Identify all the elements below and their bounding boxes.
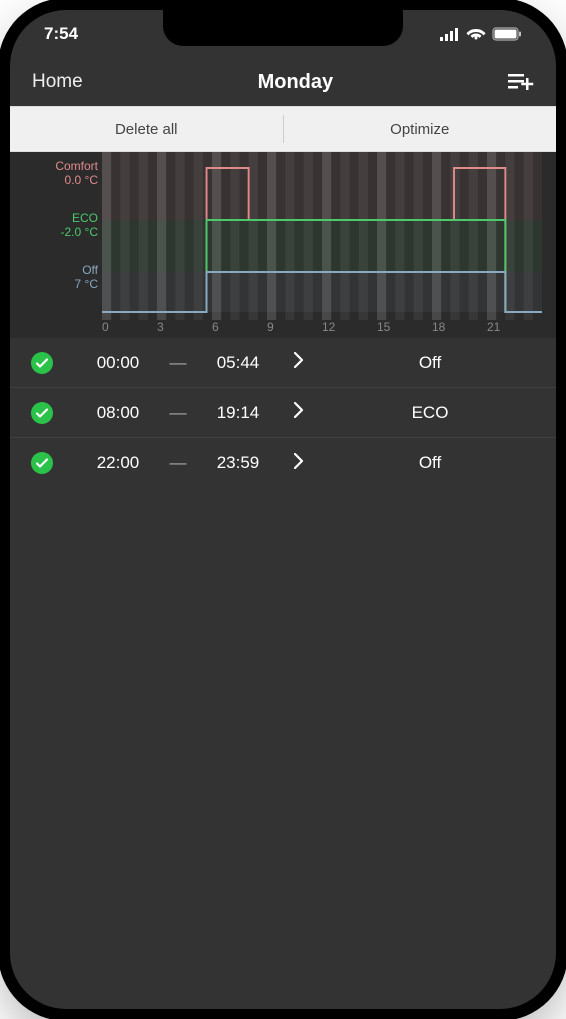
playlist-add-icon	[508, 72, 534, 92]
time-to: 23:59	[202, 453, 274, 473]
schedule-list: 00:00 — 05:44 Off 08:00 — 19:14 ECO 22:0…	[10, 338, 556, 488]
phone-frame: 7:54 Home Monday Delete all Optimize Com…	[10, 10, 556, 1009]
schedule-chart: Comfort 0.0 °C ECO -2.0 °C Off 7 °C 0369…	[10, 152, 556, 338]
dash: —	[154, 453, 202, 473]
mode-label: Off	[324, 353, 536, 373]
x-tick: 21	[487, 320, 542, 338]
time-from: 00:00	[82, 353, 154, 373]
schedule-row[interactable]: 08:00 — 19:14 ECO	[10, 388, 556, 438]
level-eco: ECO -2.0 °C	[10, 212, 98, 240]
battery-icon	[492, 27, 522, 41]
status-icons	[440, 27, 522, 41]
mode-label: Off	[324, 453, 536, 473]
time-to: 05:44	[202, 353, 274, 373]
level-comfort: Comfort 0.0 °C	[10, 160, 98, 188]
level-temp: 7 °C	[10, 278, 98, 292]
level-temp: 0.0 °C	[10, 174, 98, 188]
x-tick: 3	[157, 320, 212, 338]
status-time: 7:54	[44, 24, 78, 44]
check-icon	[30, 451, 54, 475]
chart-x-axis: 036912151821	[102, 320, 542, 338]
level-name: ECO	[10, 212, 98, 226]
check-icon	[30, 401, 54, 425]
schedule-row[interactable]: 22:00 — 23:59 Off	[10, 438, 556, 488]
x-tick: 18	[432, 320, 487, 338]
level-name: Off	[10, 264, 98, 278]
add-schedule-button[interactable]	[508, 72, 534, 92]
mode-label: ECO	[324, 403, 536, 423]
x-tick: 12	[322, 320, 377, 338]
chart-plot	[102, 152, 542, 320]
check-icon	[30, 351, 54, 375]
chevron-right-icon	[274, 352, 324, 373]
notch	[163, 10, 403, 46]
time-to: 19:14	[202, 403, 274, 423]
page-title: Monday	[258, 71, 334, 94]
chevron-right-icon	[274, 453, 324, 474]
dash: —	[154, 403, 202, 423]
action-bar: Delete all Optimize	[10, 106, 556, 152]
x-tick: 9	[267, 320, 322, 338]
level-temp: -2.0 °C	[10, 226, 98, 240]
signal-icon	[440, 27, 460, 41]
x-tick: 15	[377, 320, 432, 338]
optimize-label: Optimize	[390, 121, 449, 138]
dash: —	[154, 353, 202, 373]
chevron-right-icon	[274, 402, 324, 423]
schedule-row[interactable]: 00:00 — 05:44 Off	[10, 338, 556, 388]
x-tick: 6	[212, 320, 267, 338]
time-from: 08:00	[82, 403, 154, 423]
level-off: Off 7 °C	[10, 264, 98, 292]
wifi-icon	[466, 27, 486, 41]
delete-all-label: Delete all	[115, 121, 178, 138]
back-button[interactable]: Home	[32, 71, 83, 93]
optimize-button[interactable]: Optimize	[284, 107, 557, 151]
x-tick: 0	[102, 320, 157, 338]
nav-bar: Home Monday	[10, 58, 556, 106]
time-from: 22:00	[82, 453, 154, 473]
level-name: Comfort	[10, 160, 98, 174]
delete-all-button[interactable]: Delete all	[10, 107, 283, 151]
